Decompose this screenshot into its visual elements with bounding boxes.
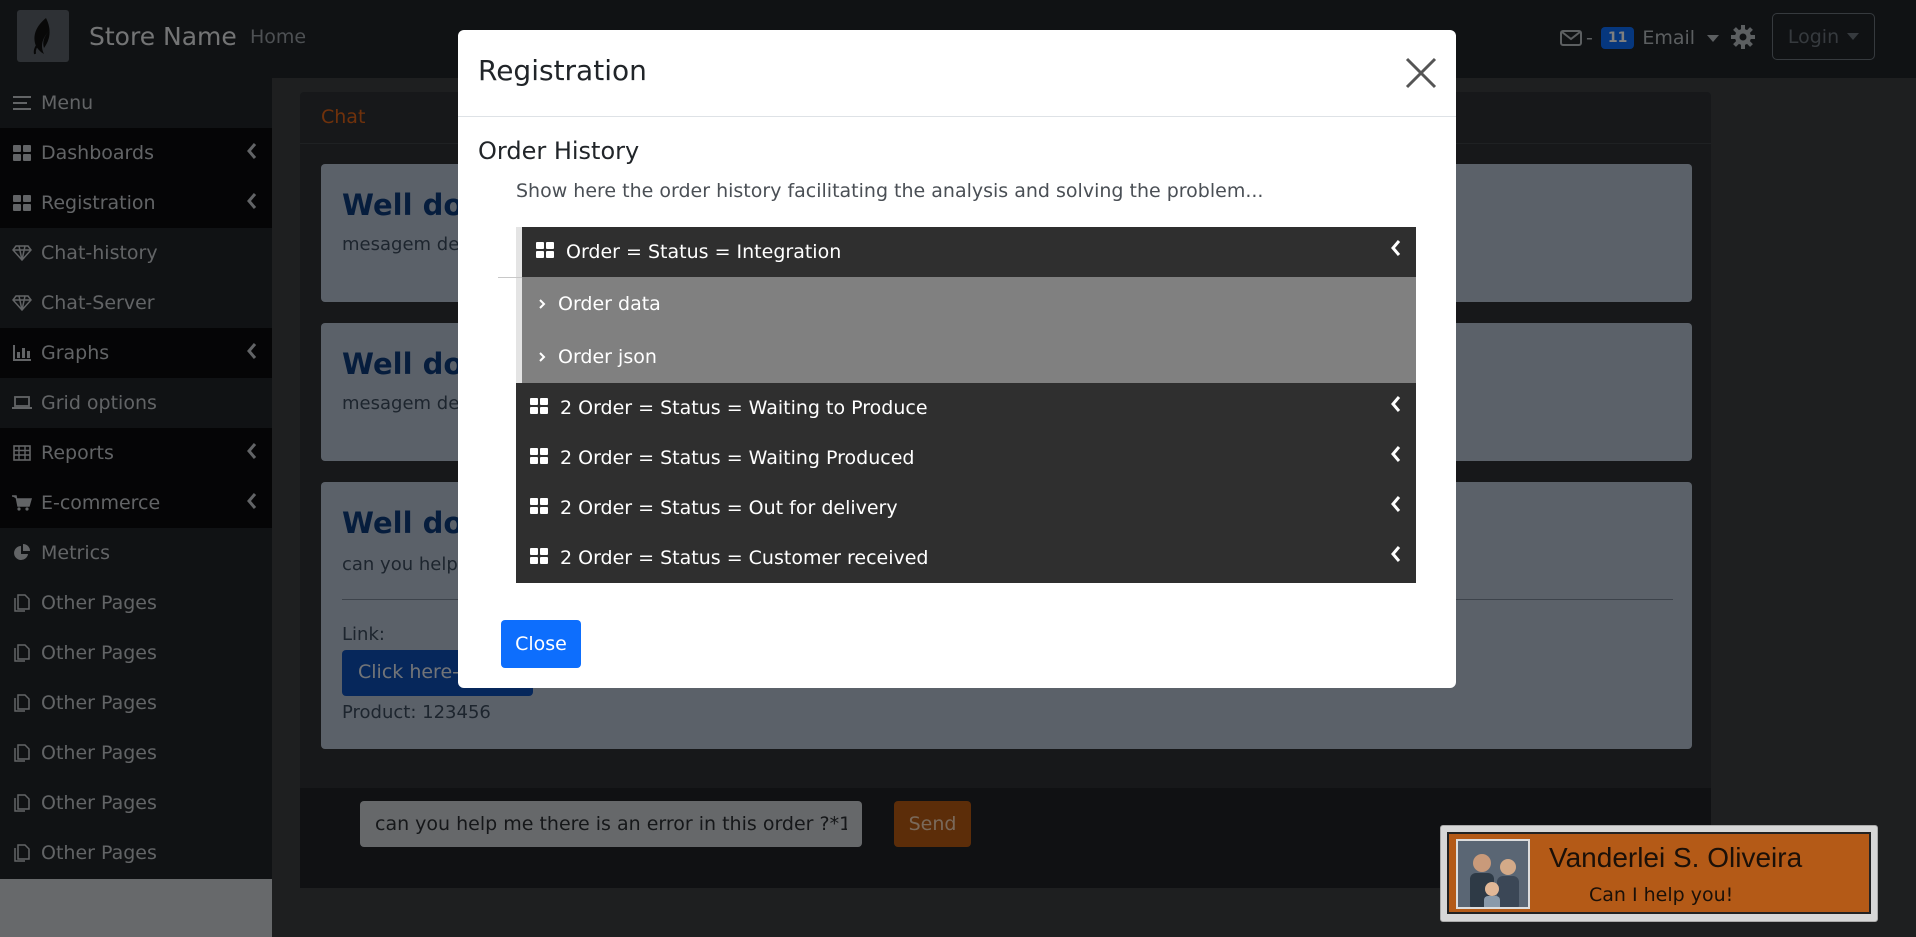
modal-close-x-button[interactable] xyxy=(1404,56,1438,90)
order-status-row[interactable]: Order = Status = Integration xyxy=(522,227,1416,277)
chevron-left-icon xyxy=(1390,239,1402,262)
order-history-description: Show here the order history facilitating… xyxy=(516,180,1264,202)
widget-panel: Vanderlei S. Oliveira Can I help you! xyxy=(1447,832,1871,914)
order-status-row[interactable]: 2 Order = Status = Waiting Produced xyxy=(516,433,1416,483)
order-data-item[interactable]: Order data xyxy=(522,277,1416,330)
agent-avatar xyxy=(1456,839,1530,909)
order-history-tree: Order = Status = Integration Order data … xyxy=(498,227,1416,583)
order-status-label: 2 Order = Status = Out for delivery xyxy=(560,497,898,519)
close-icon xyxy=(1405,57,1437,89)
order-history-title: Order History xyxy=(478,137,640,165)
registration-modal: Registration Order History Show here the… xyxy=(458,30,1456,688)
modal-header: Registration xyxy=(458,30,1456,117)
grid-icon xyxy=(536,241,554,263)
order-status-label: Order = Status = Integration xyxy=(566,241,842,263)
order-status-row[interactable]: 2 Order = Status = Waiting to Produce xyxy=(516,383,1416,433)
chevron-left-icon xyxy=(1390,495,1402,518)
modal-close-button[interactable]: Close xyxy=(501,620,581,668)
order-status-row[interactable]: 2 Order = Status = Out for delivery xyxy=(516,483,1416,533)
order-status-label: 2 Order = Status = Waiting to Produce xyxy=(560,397,928,419)
chevron-left-icon xyxy=(1390,395,1402,418)
order-json-label: Order json xyxy=(558,345,657,368)
order-status-label: 2 Order = Status = Waiting Produced xyxy=(560,447,915,469)
grid-icon xyxy=(530,447,548,469)
order-json-item[interactable]: Order json xyxy=(522,330,1416,383)
modal-title: Registration xyxy=(478,54,647,87)
support-chat-widget[interactable]: Vanderlei S. Oliveira Can I help you! xyxy=(1440,825,1878,922)
chevron-left-icon xyxy=(1390,545,1402,568)
order-status-label: 2 Order = Status = Customer received xyxy=(560,547,929,569)
grid-icon xyxy=(530,397,548,419)
grid-icon xyxy=(530,547,548,569)
order-data-label: Order data xyxy=(558,292,661,315)
agent-name: Vanderlei S. Oliveira xyxy=(1549,842,1803,873)
tree-connector xyxy=(498,277,522,278)
grid-icon xyxy=(530,497,548,519)
chevron-right-icon xyxy=(538,293,546,315)
chevron-right-icon xyxy=(538,346,546,368)
agent-greeting: Can I help you! xyxy=(1589,884,1734,906)
order-status-row[interactable]: 2 Order = Status = Customer received xyxy=(516,533,1416,583)
chevron-left-icon xyxy=(1390,445,1402,468)
